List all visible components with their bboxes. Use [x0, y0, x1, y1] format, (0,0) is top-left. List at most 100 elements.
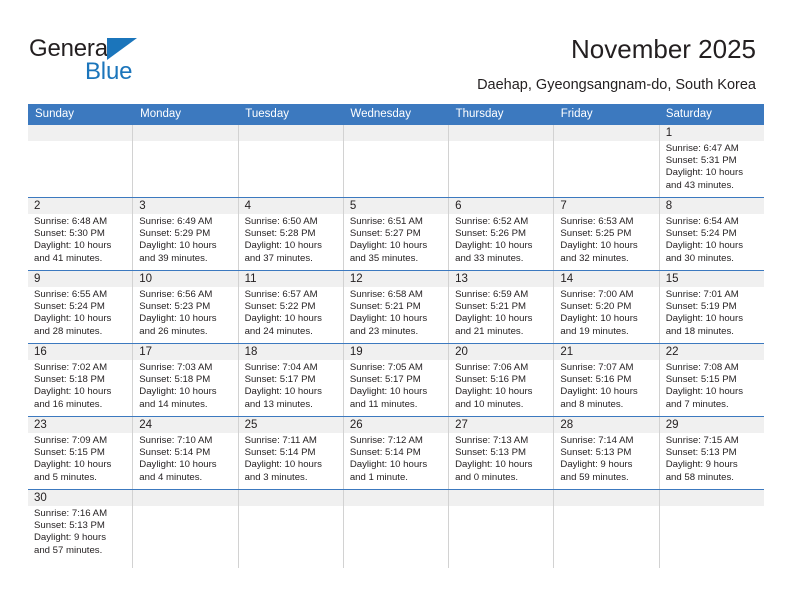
calendar-day-cell[interactable]: 11 Sunrise: 6:57 AM Sunset: 5:22 PM Dayligh…: [237, 271, 343, 343]
calendar-cell-empty: [448, 125, 553, 197]
day-details: Sunrise: 6:53 AM Sunset: 5:25 PM Daylight:…: [560, 216, 653, 265]
day-details: Sunrise: 6:52 AM Sunset: 5:26 PM Daylight:…: [455, 216, 548, 265]
calendar-day-cell[interactable]: 12 Sunrise: 6:58 AM Sunset: 5:21 PM Dayligh…: [342, 271, 448, 343]
calendar-week-cells: 9 Sunrise: 6:55 AM Sunset: 5:24 PM Daylight…: [28, 271, 764, 343]
calendar-day-cell[interactable]: 21 Sunrise: 7:07 AM Sunset: 5:16 PM Dayligh…: [553, 344, 658, 416]
daylight-text: Daylight: 10 hours: [34, 459, 112, 471]
calendar-day-cell[interactable]: 19 Sunrise: 7:05 AM Sunset: 5:17 PM Dayligh…: [342, 344, 448, 416]
day-details: Sunrise: 7:03 AM Sunset: 5:18 PM Daylight:…: [139, 362, 232, 411]
calendar-week-row: 16 Sunrise: 7:02 AM Sunset: 5:18 PM Dayligh…: [28, 343, 764, 416]
day-details: Sunrise: 7:04 AM Sunset: 5:17 PM Daylight:…: [245, 362, 338, 411]
calendar-day-cell[interactable]: 13 Sunrise: 6:59 AM Sunset: 5:21 PM Dayligh…: [448, 271, 553, 343]
day-details: Sunrise: 7:07 AM Sunset: 5:16 PM Daylight:…: [560, 362, 653, 411]
sunset-text: Sunset: 5:17 PM: [244, 374, 316, 386]
daylight-text: Daylight: 10 hours: [455, 459, 533, 471]
day-details: Sunrise: 7:15 AM Sunset: 5:13 PM Daylight:…: [666, 435, 759, 484]
day-details: Sunrise: 6:59 AM Sunset: 5:21 PM Daylight:…: [455, 289, 548, 338]
calendar-day-cell[interactable]: 30 Sunrise: 7:16 AM Sunset: 5:13 PM Dayligh…: [28, 490, 132, 568]
brand-triangle-icon: [107, 38, 137, 60]
calendar-day-cell[interactable]: 8 Sunrise: 6:54 AM Sunset: 5:24 PM Daylight…: [658, 198, 764, 270]
calendar-day-cell[interactable]: 20 Sunrise: 7:06 AM Sunset: 5:16 PM Dayligh…: [448, 344, 553, 416]
calendar-day-cell[interactable]: 9 Sunrise: 6:55 AM Sunset: 5:24 PM Daylight…: [28, 271, 132, 343]
sunrise-text: Sunrise: 6:59 AM: [455, 289, 529, 300]
calendar-week-row: 30 Sunrise: 7:16 AM Sunset: 5:13 PM Dayligh…: [28, 489, 764, 568]
calendar-day-cell[interactable]: 5 Sunrise: 6:51 AM Sunset: 5:27 PM Daylight…: [342, 198, 448, 270]
sunset-text: Sunset: 5:15 PM: [665, 374, 737, 386]
calendar-day-cell[interactable]: 18 Sunrise: 7:04 AM Sunset: 5:17 PM Dayligh…: [237, 344, 343, 416]
sunrise-text: Sunrise: 6:52 AM: [455, 216, 529, 227]
page-title: November 2025: [571, 34, 756, 64]
day-details: Sunrise: 6:50 AM Sunset: 5:28 PM Daylight:…: [245, 216, 338, 265]
day-number: 22: [665, 346, 679, 358]
calendar-day-cell[interactable]: 22 Sunrise: 7:08 AM Sunset: 5:15 PM Dayligh…: [658, 344, 764, 416]
day-number: 7: [560, 200, 567, 212]
daylight-text: Daylight: 10 hours: [244, 313, 322, 325]
day-number: 2: [34, 200, 41, 212]
day-details: Sunrise: 7:08 AM Sunset: 5:15 PM Daylight:…: [666, 362, 759, 411]
sunrise-text: Sunrise: 7:09 AM: [34, 435, 108, 446]
weekday-header-tuesday: Tuesday: [245, 108, 289, 120]
daylight-text: and 39 minutes.: [139, 252, 208, 264]
daylight-text: Daylight: 10 hours: [34, 313, 112, 325]
calendar-day-cell[interactable]: 10 Sunrise: 6:56 AM Sunset: 5:23 PM Dayligh…: [132, 271, 237, 343]
calendar-day-cell[interactable]: 23 Sunrise: 7:09 AM Sunset: 5:15 PM Dayligh…: [28, 417, 132, 489]
weekday-header-friday: Friday: [560, 108, 593, 120]
day-number: 20: [455, 346, 468, 358]
day-details: Sunrise: 7:05 AM Sunset: 5:17 PM Daylight:…: [350, 362, 443, 411]
daylight-text: Daylight: 10 hours: [665, 167, 744, 179]
sunset-text: Sunset: 5:19 PM: [665, 301, 737, 313]
daylight-text: Daylight: 10 hours: [560, 386, 638, 398]
calendar-day-cell[interactable]: 24 Sunrise: 7:10 AM Sunset: 5:14 PM Dayligh…: [132, 417, 237, 489]
daylight-text: Daylight: 10 hours: [349, 386, 428, 398]
sunset-text: Sunset: 5:15 PM: [34, 447, 105, 459]
calendar-day-cell[interactable]: 1 Sunrise: 6:47 AM Sunset: 5:31 PM Daylight…: [658, 125, 764, 197]
daylight-text: Daylight: 10 hours: [244, 240, 322, 252]
calendar-day-cell[interactable]: 25 Sunrise: 7:11 AM Sunset: 5:14 PM Dayligh…: [237, 417, 343, 489]
day-details: Sunrise: 7:02 AM Sunset: 5:18 PM Daylight:…: [34, 362, 127, 411]
calendar-day-cell[interactable]: 28 Sunrise: 7:14 AM Sunset: 5:13 PM Dayligh…: [553, 417, 658, 489]
sunrise-text: Sunrise: 6:51 AM: [349, 216, 423, 227]
daylight-text: and 19 minutes.: [560, 325, 629, 337]
day-number: 1: [665, 127, 673, 139]
calendar-day-cell[interactable]: 6 Sunrise: 6:52 AM Sunset: 5:26 PM Daylight…: [448, 198, 553, 270]
daylight-text: and 5 minutes.: [34, 471, 97, 483]
calendar-day-cell[interactable]: 2 Sunrise: 6:48 AM Sunset: 5:30 PM Daylight…: [28, 198, 132, 270]
sunrise-text: Sunrise: 7:15 AM: [665, 435, 739, 446]
daylight-text: Daylight: 10 hours: [139, 459, 217, 471]
sunrise-text: Sunrise: 7:11 AM: [244, 435, 317, 446]
day-number: 19: [349, 346, 363, 358]
calendar-day-cell[interactable]: 27 Sunrise: 7:13 AM Sunset: 5:13 PM Dayligh…: [448, 417, 553, 489]
day-details: Sunrise: 6:51 AM Sunset: 5:27 PM Daylight:…: [350, 216, 443, 265]
daylight-text: Daylight: 10 hours: [244, 386, 322, 398]
sunset-text: Sunset: 5:18 PM: [34, 374, 105, 386]
calendar-day-cell[interactable]: 17 Sunrise: 7:03 AM Sunset: 5:18 PM Dayligh…: [132, 344, 237, 416]
sunset-text: Sunset: 5:13 PM: [665, 447, 737, 459]
daylight-text: Daylight: 10 hours: [665, 313, 744, 325]
calendar-day-cell[interactable]: 16 Sunrise: 7:02 AM Sunset: 5:18 PM Dayligh…: [28, 344, 132, 416]
sunset-text: Sunset: 5:18 PM: [139, 374, 211, 386]
calendar-grid: Sunday Monday Tuesday Wednesday Thursday Frid…: [28, 104, 764, 568]
daylight-text: Daylight: 10 hours: [349, 313, 428, 325]
sunrise-text: Sunrise: 7:12 AM: [349, 435, 423, 446]
sunset-text: Sunset: 5:16 PM: [455, 374, 527, 386]
day-details: Sunrise: 6:48 AM Sunset: 5:30 PM Daylight:…: [34, 216, 127, 265]
daylight-text: and 18 minutes.: [665, 325, 734, 337]
day-number: 29: [665, 419, 679, 431]
calendar-day-cell[interactable]: 3 Sunrise: 6:49 AM Sunset: 5:29 PM Daylight…: [132, 198, 237, 270]
page-header: General Blue November 2025 Daehap, Gyeon…: [0, 0, 792, 100]
sunrise-text: Sunrise: 6:54 AM: [665, 216, 739, 227]
calendar-day-cell[interactable]: 26 Sunrise: 7:12 AM Sunset: 5:14 PM Dayligh…: [342, 417, 448, 489]
sunrise-text: Sunrise: 6:57 AM: [244, 289, 318, 300]
sunset-text: Sunset: 5:17 PM: [349, 374, 421, 386]
daylight-text: and 23 minutes.: [349, 325, 419, 337]
calendar-day-cell[interactable]: 14 Sunrise: 7:00 AM Sunset: 5:20 PM Dayligh…: [553, 271, 658, 343]
day-number: 4: [244, 200, 251, 212]
calendar-day-cell[interactable]: 4 Sunrise: 6:50 AM Sunset: 5:28 PM Daylight…: [237, 198, 343, 270]
daylight-text: Daylight: 10 hours: [244, 459, 322, 471]
calendar-day-cell[interactable]: 29 Sunrise: 7:15 AM Sunset: 5:13 PM Dayligh…: [658, 417, 764, 489]
sunset-text: Sunset: 5:14 PM: [244, 447, 316, 459]
day-details: Sunrise: 7:14 AM Sunset: 5:13 PM Daylight:…: [560, 435, 653, 484]
day-details: Sunrise: 7:13 AM Sunset: 5:13 PM Daylight:…: [455, 435, 548, 484]
calendar-day-cell[interactable]: 15 Sunrise: 7:01 AM Sunset: 5:19 PM Dayligh…: [658, 271, 764, 343]
calendar-day-cell[interactable]: 7 Sunrise: 6:53 AM Sunset: 5:25 PM Daylight…: [553, 198, 658, 270]
